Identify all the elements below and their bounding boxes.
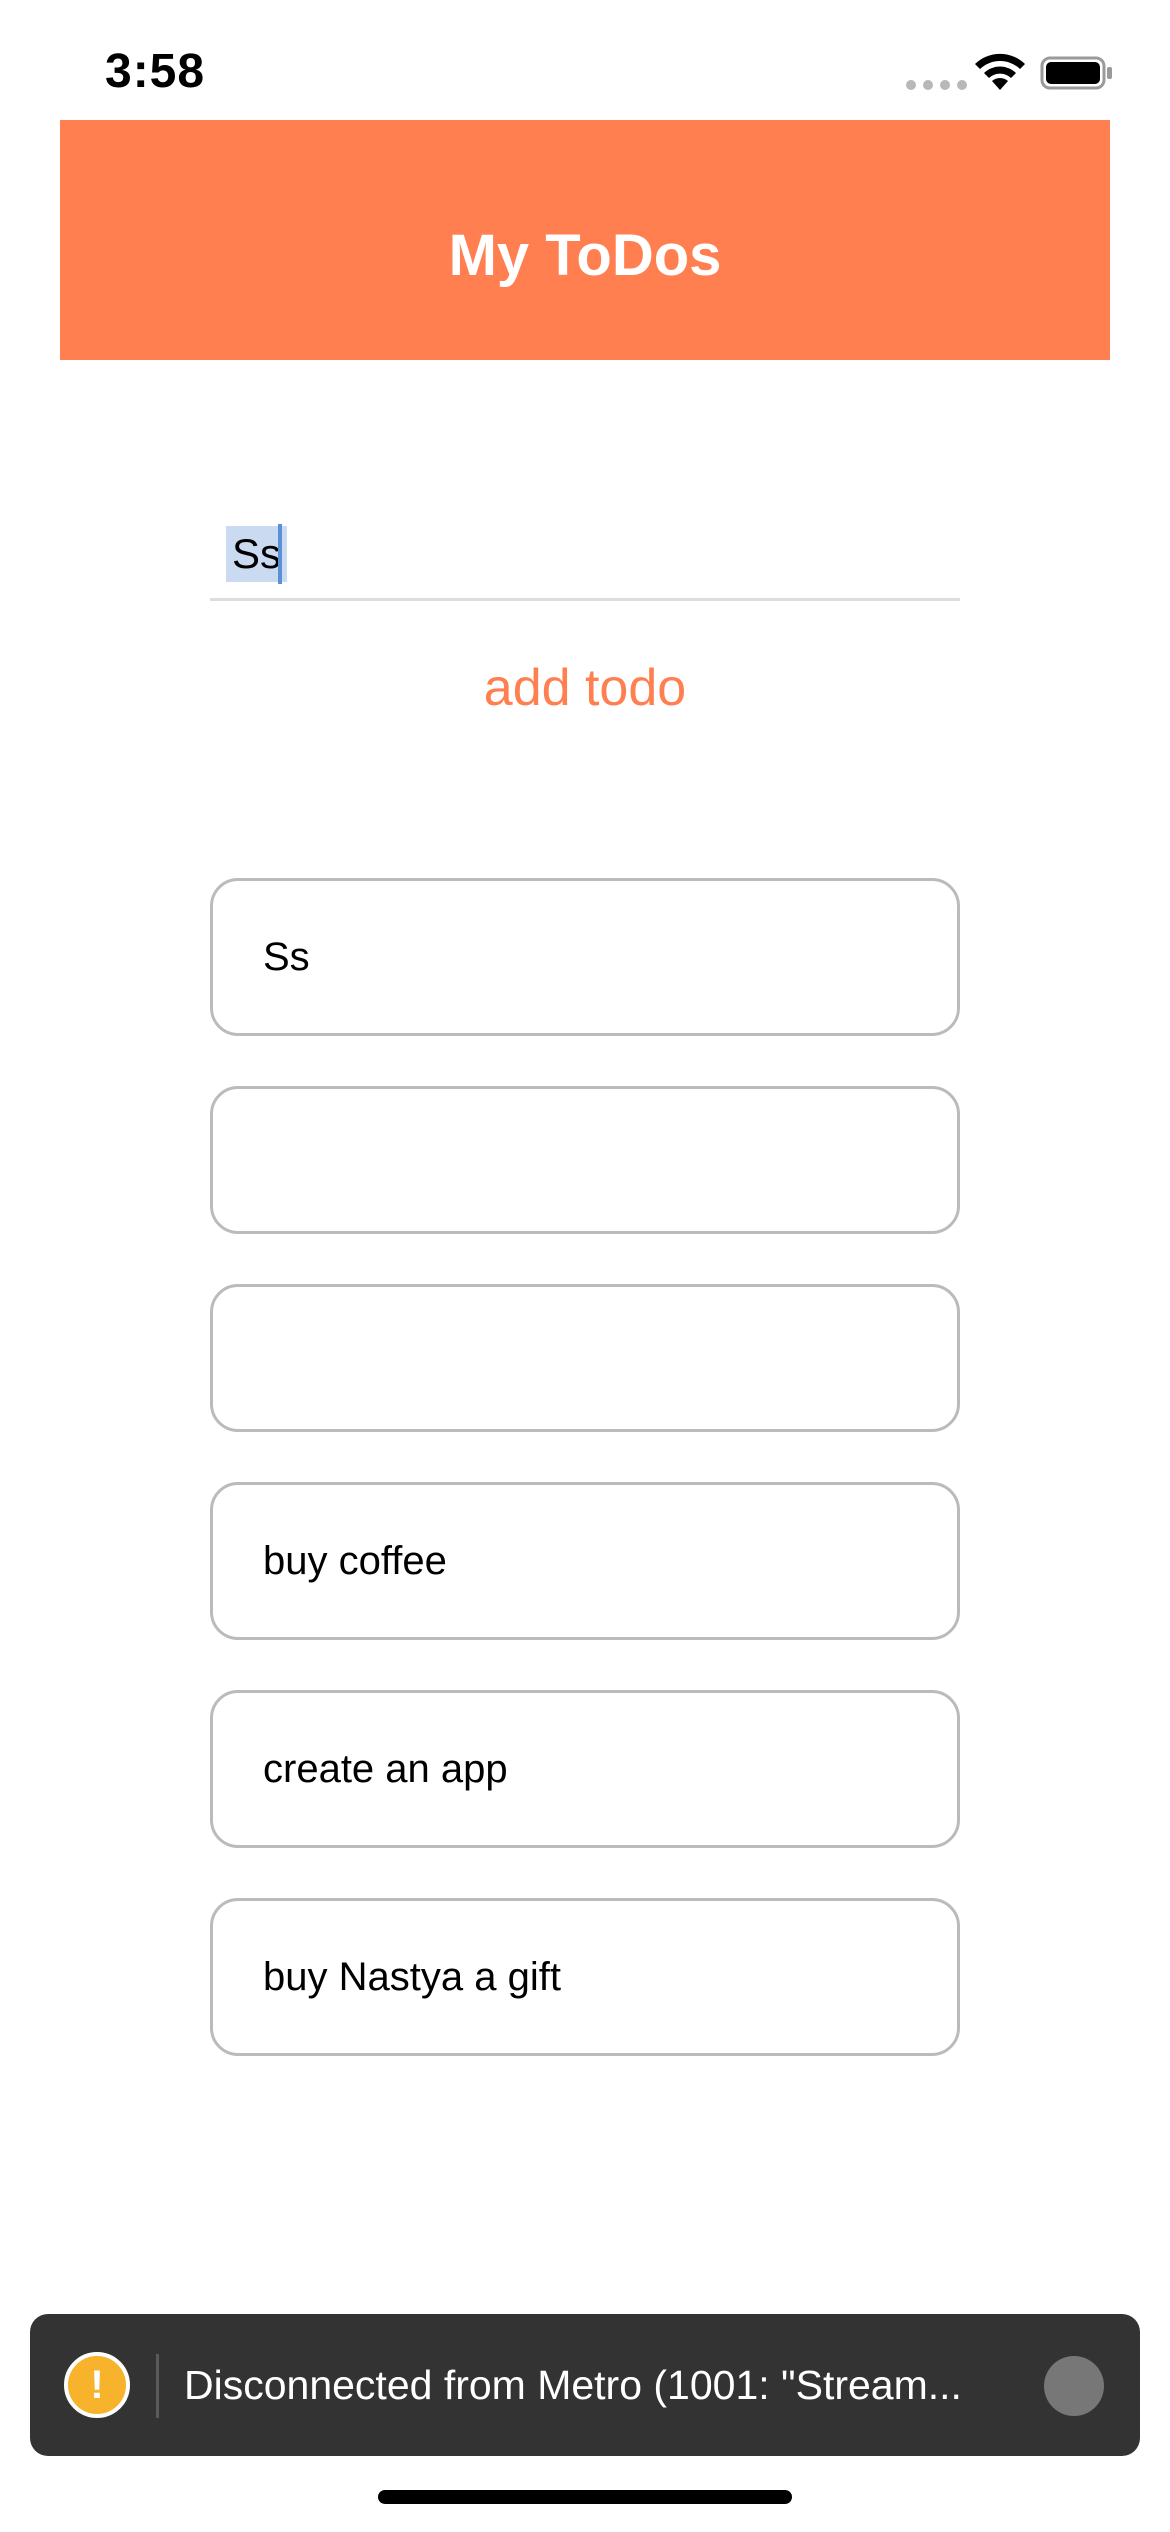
status-time: 3:58 — [105, 45, 206, 98]
text-cursor — [278, 524, 282, 584]
todo-item[interactable]: buy Nastya a gift — [210, 1898, 960, 2056]
toast-divider — [156, 2354, 159, 2418]
todo-item-text: buy Nastya a gift — [263, 1954, 561, 1999]
todo-input[interactable]: Ss — [210, 510, 960, 601]
metro-disconnected-toast[interactable]: ! Disconnected from Metro (1001: "Stream… — [30, 2314, 1140, 2456]
signal-dots-icon — [906, 80, 967, 90]
page-title: My ToDos — [448, 222, 722, 288]
wifi-icon — [975, 53, 1025, 90]
todo-item[interactable]: create an app — [210, 1690, 960, 1848]
add-todo-button[interactable]: add todo — [385, 650, 785, 726]
todo-item[interactable]: Ss — [210, 878, 960, 1036]
todo-item-text: buy coffee — [263, 1538, 447, 1583]
warning-icon: ! — [64, 2352, 130, 2418]
toast-dismiss-button[interactable] — [1044, 2356, 1104, 2416]
app-header: My ToDos — [60, 120, 1110, 360]
todo-item[interactable] — [210, 1284, 960, 1432]
toast-message: Disconnected from Metro (1001: "Stream..… — [184, 2362, 962, 2408]
battery-icon — [1040, 56, 1112, 90]
todo-item[interactable]: buy coffee — [210, 1482, 960, 1640]
todo-item-text: create an app — [263, 1746, 508, 1791]
home-indicator[interactable] — [378, 2490, 792, 2504]
todo-item[interactable] — [210, 1086, 960, 1234]
status-bar: 3:58 — [0, 0, 1170, 120]
todo-item-text: Ss — [263, 934, 310, 979]
